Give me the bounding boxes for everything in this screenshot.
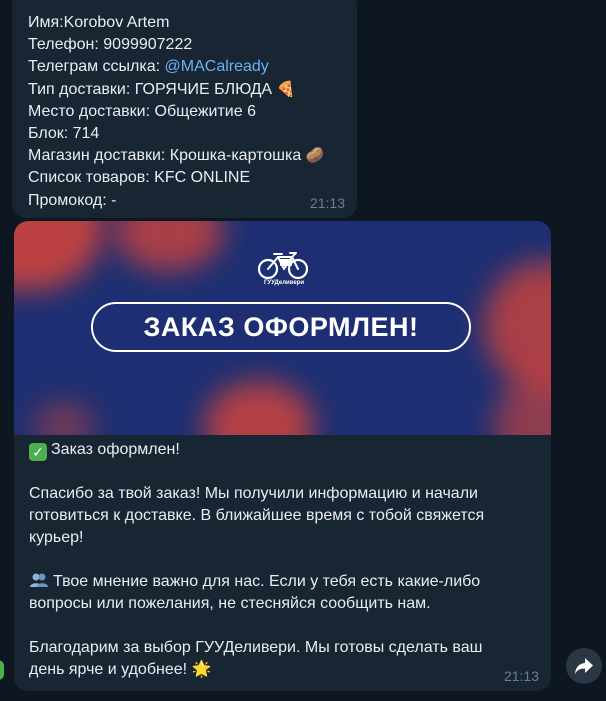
shop-line: Магазин доставки: Крошка-картошка 🥔 <box>28 145 341 167</box>
gratitude-line-2: день ярче и удобнее! <box>29 661 188 678</box>
promo-value: - <box>111 191 117 209</box>
feedback-line-1: Твое мнение важно для нас. Если у тебя е… <box>53 573 481 590</box>
promo-line: Промокод: - <box>28 190 341 212</box>
name-label: Имя: <box>28 14 64 31</box>
telegram-link[interactable]: @MACalready <box>165 58 269 75</box>
people-icon <box>30 573 48 587</box>
gratitude-line-1: Благодарим за выбор ГУУДеливери. Мы гото… <box>29 639 483 656</box>
telegram-label: Телеграм ссылка: <box>28 58 165 76</box>
shop-label: Магазин доставки: <box>28 147 170 165</box>
paragraph-confirmed: ✓ Заказ оформлен! <box>29 439 529 461</box>
thanks-line-3: курьер! <box>29 529 84 546</box>
block-line: Блок: 714 <box>28 123 341 145</box>
message-time: 21:13 <box>309 195 345 211</box>
delivery-type-value: ГОРЯЧИЕ БЛЮДА <box>134 80 273 98</box>
telegram-line: Телеграм ссылка: @MACalready <box>28 56 341 78</box>
banner-blob <box>14 221 104 291</box>
potato-emoji-icon: 🥔 <box>305 147 325 165</box>
delivery-type-line: Тип доставки: ГОРЯЧИЕ БЛЮДА 🍕 <box>28 79 341 101</box>
phone-value[interactable]: 9099907222 <box>103 36 192 53</box>
paragraph-feedback: Твое мнение важно для нас. Если у тебя е… <box>29 571 529 615</box>
star-emoji-icon: 🌟 <box>191 661 212 678</box>
feedback-line-2: вопросы или пожелания, не стесняйся сооб… <box>29 595 431 612</box>
chat-area: Имя:Korobov Artem Телефон: 9099907222 Те… <box>0 0 606 701</box>
message-text: ✓ Заказ оформлен! Спасибо за твой заказ! … <box>29 439 529 681</box>
phone-line: Телефон: 9099907222 <box>28 34 341 56</box>
products-value: KFC ONLINE <box>154 169 251 187</box>
block-value: 714 <box>72 125 100 143</box>
thanks-line-2: готовиться к доставке. В ближайшее время… <box>29 507 485 524</box>
name-value: Korobov Artem <box>63 14 170 31</box>
delivery-place-label: Место доставки: <box>28 102 155 120</box>
paragraph-thanks: Спасибо за твой заказ! Мы получили инфор… <box>29 483 529 549</box>
bicycle-icon <box>257 252 309 280</box>
delivery-type-label: Тип доставки: <box>28 80 135 98</box>
check-mark-icon: ✓ <box>29 443 47 461</box>
banner-title: ЗАКАЗ ОФОРМЛЕН! <box>91 302 471 352</box>
shop-value: Крошка-картошка <box>169 147 302 165</box>
brand-logo: ГУУДеливери <box>254 247 314 295</box>
confirmed-text: Заказ оформлен! <box>51 441 180 458</box>
message-time: 21:13 <box>503 668 539 684</box>
delivery-place-line: Место доставки: Общежитие 6 <box>28 101 341 123</box>
products-label: Список товаров: <box>28 169 155 187</box>
name-line: Имя:Korobov Artem <box>28 12 341 34</box>
phone-label: Телефон: <box>28 36 104 54</box>
delivery-place-value: Общежитие 6 <box>154 102 256 120</box>
order-details-message[interactable]: Имя:Korobov Artem Телефон: 9099907222 Те… <box>12 0 357 218</box>
thanks-line-1: Спасибо за твой заказ! Мы получили инфор… <box>29 485 478 502</box>
banner-blob <box>114 221 224 271</box>
order-confirmed-message[interactable]: ГУУДеливери ЗАКАЗ ОФОРМЛЕН! ✓ Заказ оформ… <box>14 221 551 691</box>
pizza-emoji-icon: 🍕 <box>276 80 296 98</box>
paragraph-gratitude: Благодарим за выбор ГУУДеливери. Мы гото… <box>29 637 529 681</box>
unread-indicator <box>0 660 4 680</box>
banner-blob <box>494 371 551 435</box>
products-line: Список товаров: KFC ONLINE <box>28 167 341 189</box>
block-label: Блок: <box>28 125 73 143</box>
banner-blob <box>204 381 314 435</box>
banner-blob <box>34 401 94 435</box>
order-banner-image[interactable]: ГУУДеливери ЗАКАЗ ОФОРМЛЕН! <box>14 221 551 435</box>
forward-arrow-icon <box>575 658 593 674</box>
forward-button[interactable] <box>566 648 602 684</box>
logo-text: ГУУДеливери <box>263 280 305 286</box>
promo-label: Промокод: <box>28 191 112 209</box>
